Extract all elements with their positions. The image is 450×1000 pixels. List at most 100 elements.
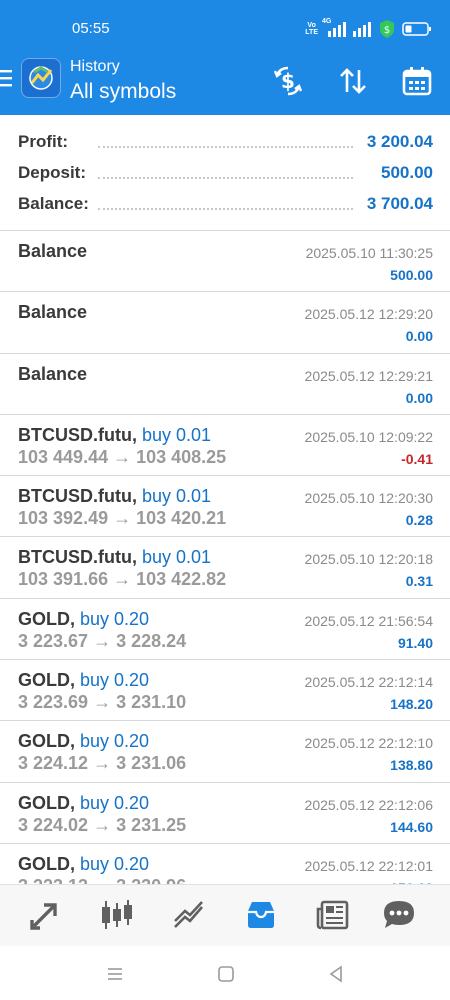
deal-time: 2025.05.12 22:12:01 (304, 857, 433, 874)
deal-prices: 3 223.13 → 3 230.96 (18, 876, 186, 884)
deal-title: Balance (18, 241, 87, 262)
deal-title: Balance (18, 364, 87, 385)
deal-profit: 0.28 (405, 512, 433, 529)
deal-side: buy 0.20 (80, 792, 150, 813)
deal-profit: -0.41 (401, 450, 433, 467)
nav-news[interactable] (313, 895, 353, 935)
page-title[interactable]: All symbols (70, 80, 176, 104)
summary-row-balance: Balance: 3 700.04 (18, 194, 433, 218)
deals-list[interactable]: Balance 2025.05.10 11:30:25 500.00 Balance 2… (0, 231, 450, 884)
menu-icon[interactable] (0, 66, 14, 90)
deal-profit: 0.00 (405, 328, 433, 345)
deal-title: GOLD, buy 0.20 (18, 793, 149, 814)
deal-symbol: Balance (18, 363, 88, 384)
status-time: 05:55 (72, 20, 110, 37)
home-button[interactable] (212, 960, 240, 988)
back-button[interactable] (322, 960, 350, 988)
nav-quotes[interactable] (25, 895, 65, 935)
deal-symbol: Balance (18, 302, 88, 323)
deal-symbol: BTCUSD.futu, (18, 424, 137, 445)
summary-row-deposit: Deposit: 500.00 (18, 163, 433, 187)
deal-time: 2025.05.12 22:12:10 (304, 735, 433, 752)
calendar-button[interactable] (400, 64, 434, 98)
deal-row[interactable]: BTCUSD.futu, buy 0.01 103 391.66 → 103 42… (0, 537, 450, 599)
home-icon (218, 966, 234, 982)
deal-profit: 0.31 (405, 573, 433, 590)
dollar-shield-icon: $ (380, 20, 394, 38)
deal-side: buy 0.20 (80, 608, 150, 629)
deal-title: GOLD, buy 0.20 (18, 609, 149, 630)
system-navigation-bar (0, 946, 450, 1000)
deal-row[interactable]: BTCUSD.futu, buy 0.01 103 449.44 → 103 40… (0, 414, 450, 477)
deal-side: buy 0.20 (80, 670, 150, 691)
deal-symbol: Balance (18, 241, 88, 261)
deal-title: BTCUSD.futu, buy 0.01 (18, 425, 211, 446)
currency-exchange-icon: $ (273, 66, 303, 96)
dotted-leader (98, 177, 353, 179)
history-icon (248, 902, 274, 928)
deal-title: Balance (18, 302, 87, 323)
deal-row[interactable]: BTCUSD.futu, buy 0.01 103 392.49 → 103 42… (0, 476, 450, 538)
deal-prices: 3 224.12 → 3 231.06 (18, 753, 187, 774)
summary-value: 3 700.04 (360, 194, 433, 214)
sort-button[interactable] (336, 64, 370, 98)
deal-time: 2025.05.12 12:29:20 (304, 306, 433, 323)
nav-trade[interactable] (169, 895, 209, 935)
deal-title: GOLD, buy 0.20 (18, 854, 149, 875)
chart-icon (102, 900, 132, 929)
svg-text:$: $ (281, 69, 295, 93)
deal-time: 2025.05.10 12:20:30 (304, 490, 433, 507)
news-icon (316, 900, 349, 930)
deal-time: 2025.05.10 12:09:22 (304, 428, 433, 445)
deal-side: buy 0.20 (80, 731, 150, 752)
deal-row[interactable]: GOLD, buy 0.20 3 223.69 → 3 231.10 2025.05… (0, 660, 450, 722)
nav-chat[interactable] (379, 895, 419, 935)
deal-symbol: GOLD, (18, 853, 75, 874)
nav-history[interactable] (241, 895, 281, 935)
deal-prices: 3 224.02 → 3 231.25 (18, 814, 187, 835)
deal-row[interactable]: GOLD, buy 0.20 3 223.67 → 3 228.24 2025.05… (0, 598, 450, 661)
recents-button[interactable] (101, 960, 129, 988)
summary-label: Balance: (18, 194, 95, 214)
deal-prices: 3 223.67 → 3 228.24 (18, 630, 187, 651)
deal-profit: 144.60 (390, 818, 433, 835)
deal-side: buy 0.20 (80, 853, 150, 874)
summary-row-profit: Profit: 3 200.04 (18, 132, 433, 156)
deal-symbol: GOLD, (18, 731, 75, 752)
deal-row[interactable]: GOLD, buy 0.20 3 224.12 → 3 231.06 2025.05… (0, 721, 450, 783)
app-header: 05:55 Vo LTE 4G $ History All symbols $ (0, 0, 450, 115)
deal-time: 2025.05.10 11:30:25 (305, 245, 433, 261)
deal-side: buy 0.01 (142, 547, 212, 568)
deal-profit: 500.00 (390, 267, 433, 283)
deal-title: BTCUSD.futu, buy 0.01 (18, 547, 211, 568)
deal-row[interactable]: GOLD, buy 0.203 223.13 → 3 230.962025.05… (0, 843, 450, 884)
quotes-icon (30, 903, 57, 930)
deal-symbol: GOLD, (18, 608, 75, 629)
dotted-leader (98, 208, 353, 210)
deal-time: 2025.05.12 22:12:14 (304, 674, 433, 691)
deal-row[interactable]: Balance 2025.05.12 12:29:21 0.00 (0, 353, 450, 415)
deal-title: GOLD, buy 0.20 (18, 731, 149, 752)
deal-row[interactable]: Balance 2025.05.10 11:30:25 500.00 (0, 231, 450, 293)
deal-row[interactable]: Balance 2025.05.12 12:29:20 0.00 (0, 292, 450, 354)
deal-prices: 103 392.49 → 103 420.21 (18, 508, 227, 529)
deal-row[interactable]: GOLD, buy 0.20 3 224.02 → 3 231.25 2025.05… (0, 782, 450, 844)
summary-label: Profit: (18, 132, 75, 152)
back-icon (329, 965, 342, 983)
status-bar: 05:55 Vo LTE 4G $ (0, 0, 450, 55)
deal-profit: 138.80 (390, 757, 433, 774)
deal-time: 2025.05.12 12:29:21 (304, 367, 433, 384)
nav-chart[interactable] (97, 895, 137, 935)
deal-symbol: GOLD, (18, 670, 75, 691)
deal-time: 2025.05.12 22:12:06 (304, 796, 433, 813)
deal-side: buy 0.01 (142, 424, 212, 445)
deal-time: 2025.05.12 21:56:54 (304, 612, 433, 629)
summary-label: Deposit: (18, 163, 92, 183)
deal-profit: 91.40 (397, 634, 433, 651)
deal-symbol: BTCUSD.futu, (18, 486, 137, 507)
summary-value: 3 200.04 (360, 132, 433, 152)
deal-profit: 148.20 (390, 696, 433, 713)
volte-icon: Vo LTE (305, 22, 318, 36)
trade-icon (174, 901, 203, 928)
currency-exchange-button[interactable]: $ (271, 64, 305, 98)
